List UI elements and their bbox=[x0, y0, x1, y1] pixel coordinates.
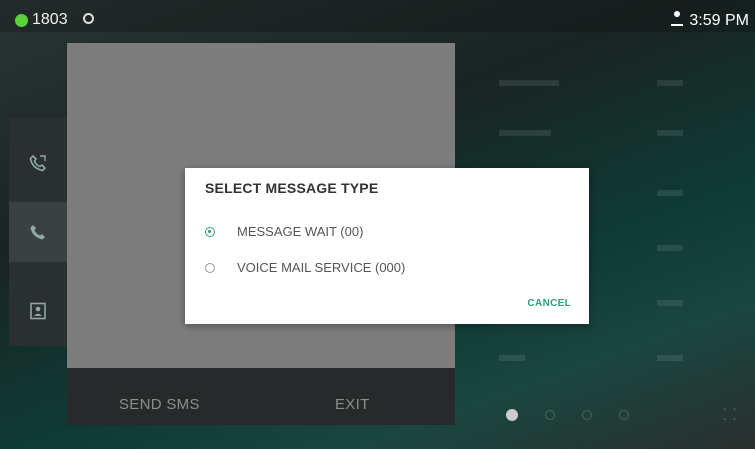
option-voice-mail-service[interactable]: VOICE MAIL SERVICE (000) bbox=[205, 260, 405, 275]
radio-selected[interactable] bbox=[205, 226, 215, 237]
dialog-title: SELECT MESSAGE TYPE bbox=[205, 180, 379, 196]
option-label: MESSAGE WAIT (00) bbox=[237, 224, 364, 239]
overlay-bottom-bar: SEND SMS EXIT bbox=[67, 368, 455, 425]
page-dot[interactable] bbox=[582, 410, 592, 420]
page-dot[interactable] bbox=[545, 410, 555, 420]
phone-button[interactable] bbox=[9, 202, 67, 262]
select-message-type-dialog: SELECT MESSAGE TYPE MESSAGE WAIT (00) VO… bbox=[185, 168, 589, 324]
status-bar: 1803 3:59 PM bbox=[0, 0, 755, 32]
cancel-button[interactable]: CANCEL bbox=[528, 298, 571, 309]
page-indicator bbox=[506, 409, 629, 421]
contacts-button[interactable] bbox=[9, 281, 67, 341]
option-message-wait[interactable]: MESSAGE WAIT (00) bbox=[205, 224, 363, 239]
phone-icon bbox=[30, 225, 45, 240]
apps-grid-icon[interactable]: ⸬ bbox=[723, 403, 736, 425]
exit-button[interactable]: EXIT bbox=[335, 396, 370, 413]
side-rail bbox=[9, 118, 67, 346]
option-label: VOICE MAIL SERVICE (000) bbox=[237, 260, 406, 275]
extension-number: 1803 bbox=[32, 11, 68, 28]
presence-indicator bbox=[15, 14, 28, 27]
page-dot-active[interactable] bbox=[506, 409, 518, 421]
clock: 3:59 PM bbox=[689, 12, 749, 29]
status-right: 3:59 PM bbox=[671, 11, 749, 30]
page-dot[interactable] bbox=[619, 410, 629, 420]
radio-unselected[interactable] bbox=[205, 262, 215, 273]
status-icon bbox=[83, 13, 94, 24]
user-icon bbox=[671, 11, 684, 26]
call-history-button[interactable] bbox=[9, 133, 67, 193]
contacts-icon bbox=[30, 302, 46, 320]
call-history-icon bbox=[29, 154, 47, 172]
send-sms-button[interactable]: SEND SMS bbox=[119, 396, 200, 413]
